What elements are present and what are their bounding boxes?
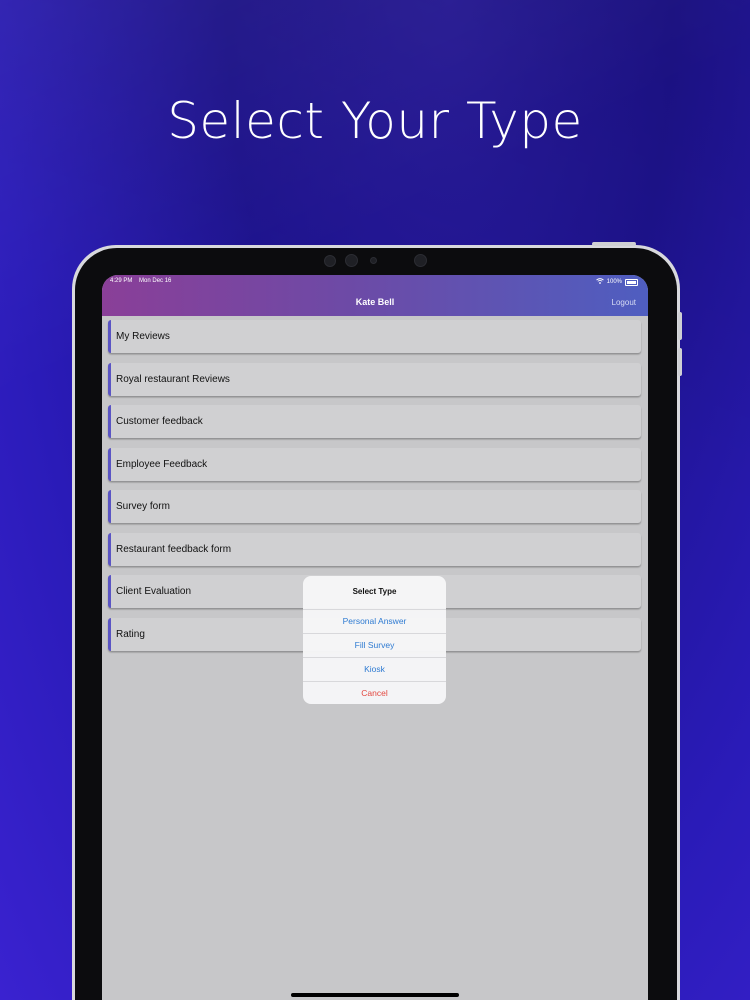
list-item-label: Rating: [116, 628, 145, 640]
battery-icon: [625, 278, 638, 286]
alert-title: Select Type: [303, 576, 446, 610]
personal-answer-button[interactable]: Personal Answer: [303, 610, 446, 634]
list-item-label: Restaurant feedback form: [116, 543, 232, 555]
volume-down-button: [678, 348, 682, 376]
status-date: Mon Dec 16: [139, 278, 172, 284]
battery-percent: 100%: [606, 279, 622, 285]
volume-up-button: [678, 312, 682, 340]
page-headline: Select Your Type: [167, 92, 583, 150]
camera-sensor-icon: [324, 255, 336, 267]
logout-button[interactable]: Logout: [612, 298, 636, 307]
top-button: [592, 242, 636, 246]
nav-title: Kate Bell: [355, 297, 395, 307]
navigation-bar: 4:29 PM Mon Dec 16 100% Kate Bell Logout: [102, 275, 648, 316]
list-item-label: Client Evaluation: [116, 586, 192, 597]
list-item-survey-form[interactable]: Survey form: [108, 490, 641, 523]
status-bar: 4:29 PM Mon Dec 16 100%: [110, 278, 638, 288]
wifi-icon: [595, 278, 604, 286]
kiosk-button[interactable]: Kiosk: [303, 658, 446, 682]
front-camera-icon: [414, 254, 427, 267]
list-item-label: Employee Feedback: [116, 458, 208, 470]
status-indicators: 100%: [595, 278, 638, 286]
camera-lens-icon: [345, 254, 358, 267]
list-item-customer-feedback[interactable]: Customer feedback: [108, 405, 641, 438]
list-item-label: Royal restaurant Reviews: [116, 373, 230, 385]
cancel-button[interactable]: Cancel: [303, 682, 446, 704]
list-item-my-reviews[interactable]: My Reviews: [108, 320, 641, 353]
status-time: 4:29 PM: [110, 278, 133, 284]
select-type-alert: Select Type Personal Answer Fill Survey …: [303, 576, 446, 704]
list-item-label: Customer feedback: [116, 416, 203, 427]
list-item-restaurant-feedback-form[interactable]: Restaurant feedback form: [108, 532, 641, 566]
list-item-royal-restaurant-reviews[interactable]: Royal restaurant Reviews: [108, 362, 641, 396]
list-item-employee-feedback[interactable]: Employee Feedback: [108, 447, 641, 481]
home-indicator[interactable]: [291, 993, 459, 997]
camera-dot-icon: [370, 257, 377, 264]
fill-survey-button[interactable]: Fill Survey: [303, 634, 446, 658]
status-time-date: 4:29 PM Mon Dec 16: [110, 278, 171, 284]
list-item-label: Survey form: [116, 501, 170, 512]
list-item-label: My Reviews: [116, 331, 170, 342]
